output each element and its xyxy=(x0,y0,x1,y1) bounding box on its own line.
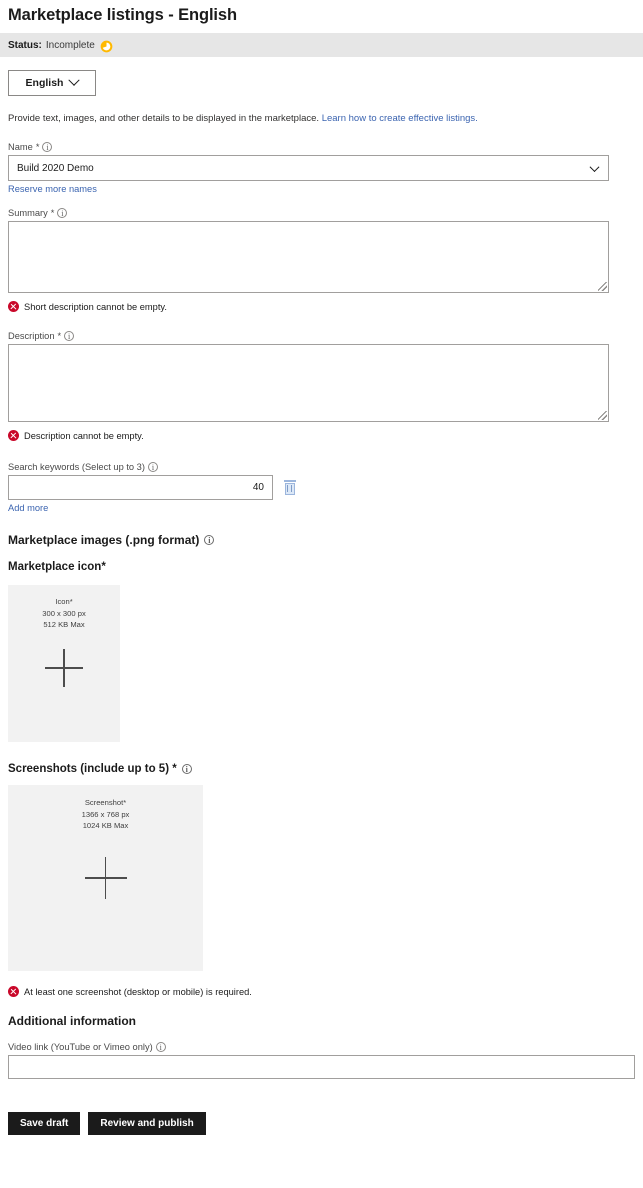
info-icon[interactable] xyxy=(42,142,53,153)
language-dropdown-button[interactable]: English xyxy=(8,70,96,96)
description-error: Description cannot be empty. xyxy=(0,422,643,442)
marketplace-images-heading: Marketplace images (.png format) xyxy=(0,513,643,547)
screenshot-error-text: At least one screenshot (desktop or mobi… xyxy=(24,986,252,997)
info-icon[interactable] xyxy=(147,462,158,473)
marketplace-images-heading-text: Marketplace images (.png format) xyxy=(8,533,200,548)
summary-error: Short description cannot be empty. xyxy=(0,293,643,313)
description-label-text: Description xyxy=(8,331,55,342)
error-icon xyxy=(8,986,19,998)
language-selector-wrap: English xyxy=(0,57,643,96)
search-keyword-row: 40 xyxy=(8,475,635,501)
summary-field-group: Summary * xyxy=(0,194,643,294)
plus-icon[interactable] xyxy=(45,649,83,688)
screenshot-error: At least one screenshot (desktop or mobi… xyxy=(0,971,643,998)
info-icon[interactable] xyxy=(64,331,75,342)
description-textarea[interactable] xyxy=(8,344,609,423)
trash-icon[interactable] xyxy=(283,480,296,496)
icon-upload-max-size: 512 KB Max xyxy=(43,620,85,630)
add-more-link[interactable]: Add more xyxy=(8,503,635,513)
reserve-more-names-link[interactable]: Reserve more names xyxy=(8,184,635,194)
review-and-publish-button[interactable]: Review and publish xyxy=(88,1112,206,1136)
status-bar: Status: Incomplete xyxy=(0,33,643,57)
chevron-down-icon xyxy=(589,161,600,172)
icon-upload-dimensions: 300 x 300 px xyxy=(42,608,86,618)
search-keywords-label-text: Search keywords (Select up to 3) xyxy=(8,462,145,473)
description-error-text: Description cannot be empty. xyxy=(24,430,144,441)
info-icon[interactable] xyxy=(57,208,68,219)
name-select-value: Build 2020 Demo xyxy=(17,162,94,174)
video-link-input[interactable] xyxy=(8,1055,635,1080)
effective-listings-link[interactable]: Learn how to create effective listings. xyxy=(322,113,478,124)
video-link-label-text: Video link (YouTube or Vimeo only) xyxy=(8,1042,153,1053)
plus-icon[interactable] xyxy=(84,857,127,900)
video-link-label: Video link (YouTube or Vimeo only) xyxy=(8,1042,635,1053)
info-icon[interactable] xyxy=(155,1042,166,1053)
intro-sentence: Provide text, images, and other details … xyxy=(8,113,320,124)
language-dropdown-label: English xyxy=(25,77,64,89)
save-draft-button[interactable]: Save draft xyxy=(8,1112,81,1136)
screenshot-upload-dimensions: 1366 x 768 px xyxy=(81,809,130,819)
intro-text: Provide text, images, and other details … xyxy=(0,96,643,125)
summary-textarea[interactable] xyxy=(8,221,609,294)
summary-error-text: Short description cannot be empty. xyxy=(24,301,167,312)
screenshots-heading-text: Screenshots (include up to 5) * xyxy=(8,763,177,776)
search-keyword-input[interactable]: 40 xyxy=(8,475,273,501)
icon-upload-text: Icon* 300 x 300 px 512 KB Max xyxy=(8,596,120,630)
video-link-group: Video link (YouTube or Vimeo only) xyxy=(0,1028,643,1053)
additional-information-heading: Additional information xyxy=(0,997,643,1028)
description-field-label: Description * xyxy=(8,331,635,342)
screenshot-upload-title: Screenshot* xyxy=(84,798,127,808)
summary-required-mark: * xyxy=(50,208,55,219)
name-select[interactable]: Build 2020 Demo xyxy=(8,155,609,182)
name-field-label: Name * xyxy=(8,142,635,153)
marketplace-icon-upload-box[interactable]: Icon* 300 x 300 px 512 KB Max xyxy=(8,585,120,743)
in-progress-clock-icon xyxy=(100,40,113,53)
search-keyword-counter: 40 xyxy=(252,482,264,494)
page-title: Marketplace listings - English xyxy=(8,6,237,24)
screenshot-upload-text: Screenshot* 1366 x 768 px 1024 KB Max xyxy=(8,797,203,831)
icon-upload-wrap: Icon* 300 x 300 px 512 KB Max xyxy=(0,573,643,743)
status-value: Incomplete xyxy=(45,39,95,51)
resize-grip-icon[interactable] xyxy=(598,282,607,292)
status-label: Status: xyxy=(8,39,42,51)
marketplace-listings-page: Marketplace listings - English Status: I… xyxy=(0,0,643,1136)
description-field-group: Description * xyxy=(0,312,643,423)
screenshot-upload-wrap: Screenshot* 1366 x 768 px 1024 KB Max xyxy=(0,775,643,972)
screenshots-heading: Screenshots (include up to 5) * xyxy=(0,742,643,775)
chevron-down-icon xyxy=(68,74,81,86)
description-required-mark: * xyxy=(57,331,62,342)
name-field-group: Name* Build 2020 Demo Reserve more names xyxy=(0,125,643,194)
search-keywords-group: Search keywords (Select up to 3) 40 Add … xyxy=(0,441,643,513)
icon-upload-title: Icon* xyxy=(55,597,73,607)
info-icon[interactable] xyxy=(181,764,192,775)
screenshot-upload-box[interactable]: Screenshot* 1366 x 768 px 1024 KB Max xyxy=(8,785,203,972)
footer-actions: Save draft Review and publish xyxy=(0,1079,643,1136)
marketplace-icon-subheading: Marketplace icon* xyxy=(0,547,643,573)
error-icon xyxy=(8,301,19,313)
name-required-mark: * xyxy=(35,142,40,153)
info-icon[interactable] xyxy=(204,535,215,546)
marketplace-icon-subheading-text: Marketplace icon* xyxy=(8,561,106,574)
search-keywords-label: Search keywords (Select up to 3) xyxy=(8,462,635,473)
error-icon xyxy=(8,430,19,442)
screenshot-upload-max-size: 1024 KB Max xyxy=(82,821,129,831)
summary-field-label: Summary * xyxy=(8,208,635,219)
name-label-text: Name xyxy=(8,142,33,153)
summary-label-text: Summary xyxy=(8,208,48,219)
additional-information-heading-text: Additional information xyxy=(8,1014,136,1029)
resize-grip-icon[interactable] xyxy=(598,411,607,421)
